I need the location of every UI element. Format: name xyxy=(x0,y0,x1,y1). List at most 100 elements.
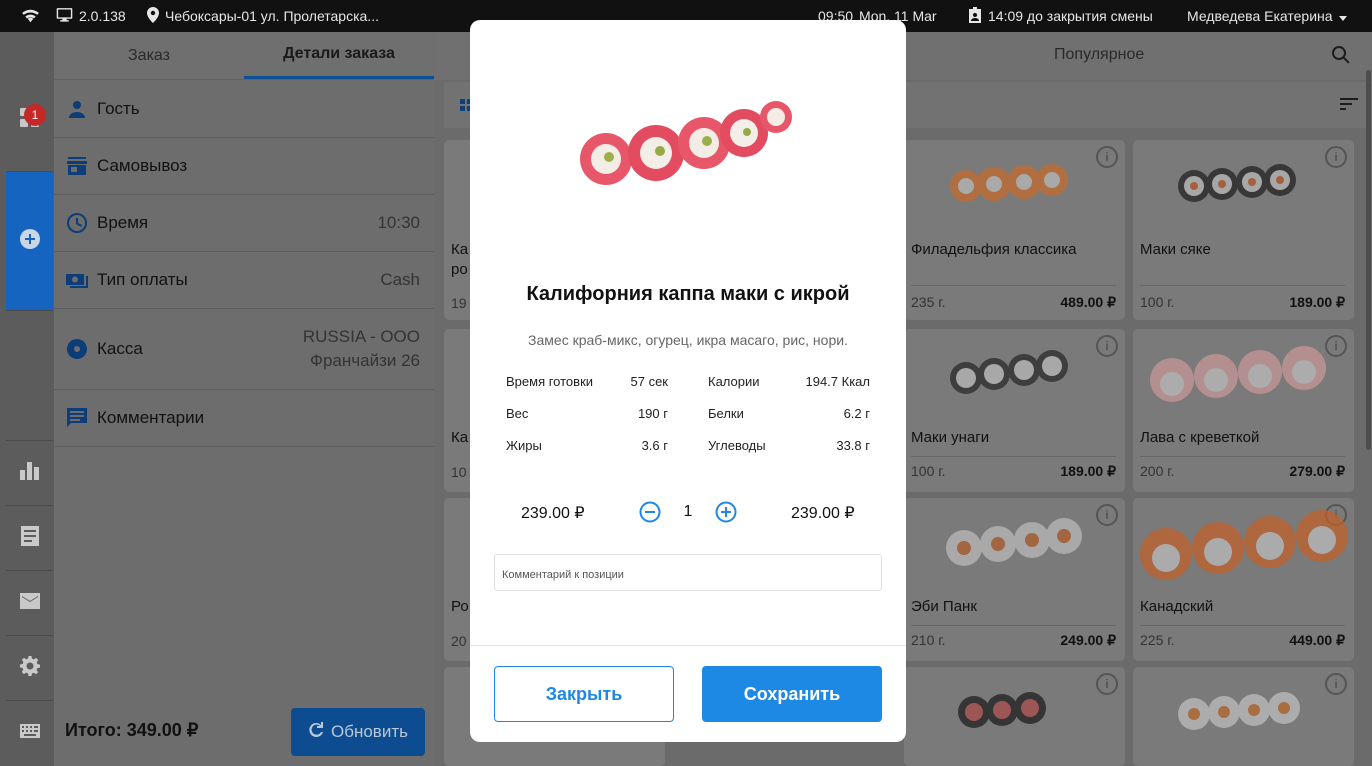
comments-row[interactable]: Комментарии xyxy=(54,390,434,447)
product-name: Маки сяке xyxy=(1140,241,1211,258)
user-menu[interactable]: Медведева Екатерина xyxy=(1187,0,1347,32)
quantity-value: 1 xyxy=(683,503,693,520)
product-image xyxy=(950,164,1068,202)
store-icon xyxy=(66,155,88,177)
rail-blank xyxy=(6,311,53,441)
product-weight: 100 г. xyxy=(911,463,946,479)
location-pin-icon xyxy=(147,6,159,26)
refresh-label: Обновить xyxy=(331,722,408,741)
rail-messages-button[interactable] xyxy=(6,571,53,636)
product-name: Канадский xyxy=(1140,598,1214,615)
product-price: 279.00 ₽ xyxy=(1289,463,1345,479)
add-circle-icon xyxy=(19,228,40,254)
product-weight: 235 г. xyxy=(911,294,946,310)
guest-label: Гость xyxy=(97,99,140,118)
product-name: Ро xyxy=(451,598,469,615)
rail-new-order-button[interactable] xyxy=(6,172,53,311)
category-popular[interactable]: Популярное xyxy=(1054,46,1144,64)
orders-count-badge: 1 xyxy=(24,104,46,126)
tab-order-details[interactable]: Детали заказа xyxy=(244,32,434,79)
cashbox-row[interactable]: Касса RUSSIA - ООО Франчайзи 26 xyxy=(54,309,434,390)
fat-label: Жиры xyxy=(506,438,542,453)
pickup-label: Самовывоз xyxy=(97,156,188,175)
caret-down-icon xyxy=(1338,8,1347,24)
product-image xyxy=(950,350,1068,394)
clock-icon xyxy=(66,212,88,234)
item-comment-field[interactable]: Комментарий к позиции xyxy=(494,554,882,591)
shift-text: 14:09 до закрытия смены xyxy=(988,8,1153,24)
side-rail xyxy=(0,32,54,766)
info-icon[interactable]: i xyxy=(1096,504,1118,526)
product-image xyxy=(1150,346,1326,402)
refresh-icon xyxy=(308,721,324,743)
rail-receipts-button[interactable] xyxy=(6,506,53,571)
product-name: Ка xyxy=(451,429,469,446)
info-icon[interactable]: i xyxy=(1325,146,1347,168)
product-weight: 10 xyxy=(451,464,467,480)
tab-order[interactable]: Заказ xyxy=(54,32,244,79)
menu-scrollbar[interactable] xyxy=(1366,70,1371,450)
payment-type-label: Тип оплаты xyxy=(97,270,188,289)
product-name: Лава с креветкой xyxy=(1140,429,1260,446)
location-info[interactable]: Чебоксары-01 ул. Пролетарска... xyxy=(147,0,379,32)
refresh-button[interactable]: Обновить xyxy=(291,708,425,756)
product-image xyxy=(946,518,1082,566)
search-icon[interactable] xyxy=(1332,46,1350,69)
increase-quantity-button[interactable] xyxy=(715,501,737,523)
info-icon[interactable]: i xyxy=(1096,335,1118,357)
guest-row[interactable]: Гость xyxy=(54,81,434,138)
rail-reports-button[interactable] xyxy=(6,441,53,506)
location-text: Чебоксары-01 ул. Пролетарска... xyxy=(165,8,379,24)
payment-icon xyxy=(66,269,88,291)
line-total: 239.00 ₽ xyxy=(791,505,855,522)
product-price: 449.00 ₽ xyxy=(1289,632,1345,648)
product-image xyxy=(1178,692,1300,730)
comments-label: Комментарии xyxy=(97,408,205,427)
card-divider xyxy=(911,456,1116,457)
order-details-panel: Заказ Детали заказа Гость Самовывоз Врем… xyxy=(54,32,434,766)
carbs-label: Углеводы xyxy=(708,438,766,453)
info-icon[interactable]: i xyxy=(1096,673,1118,695)
close-button[interactable]: Закрыть xyxy=(494,666,674,722)
pickup-row[interactable]: Самовывоз xyxy=(54,138,434,195)
cashbox-label: Касса xyxy=(97,339,143,358)
product-description: Замес краб-микс, огурец, икра масаго, ри… xyxy=(528,332,848,348)
monitor-icon xyxy=(56,7,73,25)
rail-settings-button[interactable] xyxy=(6,636,53,701)
protein-value: 6.2 г xyxy=(843,406,870,421)
cashbox-value: RUSSIA - ООО Франчайзи 26 xyxy=(303,325,420,373)
save-button[interactable]: Сохранить xyxy=(702,666,882,722)
product-name-line2: ро xyxy=(451,261,468,278)
comment-icon xyxy=(66,407,88,429)
payment-type-row[interactable]: Тип оплаты Cash xyxy=(54,252,434,309)
product-price: 189.00 ₽ xyxy=(1289,294,1345,310)
product-image xyxy=(1140,510,1348,580)
weight-label: Вес xyxy=(506,406,529,421)
protein-label: Белки xyxy=(708,406,744,421)
card-divider xyxy=(1140,456,1345,457)
time-row[interactable]: Время 10:30 xyxy=(54,195,434,252)
disc-icon xyxy=(66,338,88,360)
product-weight: 225 г. xyxy=(1140,632,1175,648)
shift-info: 14:09 до закрытия смены xyxy=(968,0,1153,32)
order-total: Итого: 349.00 ₽ xyxy=(65,720,199,740)
decrease-quantity-button[interactable] xyxy=(639,501,661,523)
cook-time-value: 57 сек xyxy=(630,374,669,389)
weight-value: 190 г xyxy=(637,406,668,421)
gear-icon xyxy=(19,655,40,681)
sort-icon[interactable] xyxy=(1340,98,1358,116)
product-price: 249.00 ₽ xyxy=(1060,632,1116,648)
card-divider xyxy=(911,285,1116,286)
user-name: Медведева Екатерина xyxy=(1187,8,1333,24)
product-name: Ка xyxy=(451,241,469,258)
product-title: Калифорния каппа маки с икрой xyxy=(526,283,850,305)
modal-divider xyxy=(470,645,906,646)
rail-keyboard-button[interactable] xyxy=(6,701,53,766)
mail-icon xyxy=(19,592,40,614)
product-weight: 100 г. xyxy=(1140,294,1175,310)
info-icon[interactable]: i xyxy=(1096,146,1118,168)
info-icon[interactable]: i xyxy=(1325,673,1347,695)
badge-id-icon xyxy=(968,6,982,26)
person-icon xyxy=(66,98,88,120)
cashbox-value-line1: RUSSIA - ООО xyxy=(302,327,420,346)
